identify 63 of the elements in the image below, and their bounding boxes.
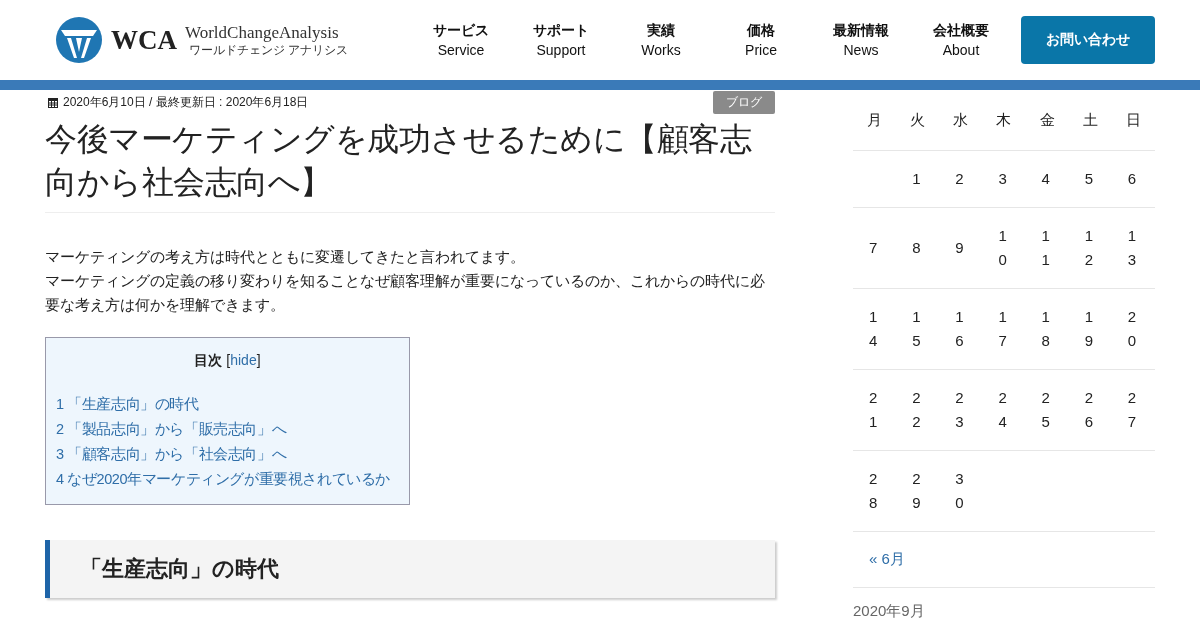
toc-link[interactable]: 4 なぜ2020年マーケティングが重要視されているか — [56, 467, 399, 492]
weekday-label: 木 — [982, 90, 1026, 151]
calendar-day: 27 — [1127, 386, 1138, 434]
weekday-label: 水 — [939, 90, 983, 151]
calendar-day: 6 — [1127, 167, 1138, 191]
nav-link[interactable]: 価格 Price — [711, 22, 811, 58]
hide-link[interactable]: hide — [230, 352, 257, 368]
calendar-day: 5 — [1084, 167, 1095, 191]
post-dates: 2020年6月10日 / 最終更新日 : 2020年6月18日 — [63, 93, 309, 111]
toc-link[interactable]: 1 「生産志向」の時代 — [56, 392, 399, 417]
nav-link[interactable]: 会社概要 About — [911, 22, 1011, 58]
calendar-day: 8 — [912, 236, 923, 260]
calendar-day: 30 — [955, 467, 966, 515]
calendar-day: 15 — [912, 305, 923, 353]
weekday-label: 土 — [1068, 90, 1112, 151]
weekday-label: 火 — [896, 90, 940, 151]
toc-title: 目次 [hide] — [193, 352, 262, 370]
logo-wordmark: WCA — [111, 24, 177, 56]
calendar-day: 9 — [955, 236, 966, 260]
calendar-day: 19 — [1084, 305, 1095, 353]
calendar-day: 23 — [955, 386, 966, 434]
weekday-label: 月 — [853, 90, 897, 151]
paragraph: マーケティングの定義の移り変わりを知ることなぜ顧客理解が重要になっているのか、これからの時代に必要な考え方は何かを理解できます。 — [45, 271, 766, 315]
calendar-day: 24 — [998, 386, 1009, 434]
weekday-label: 日 — [1111, 90, 1155, 151]
logo-name: WorldChangeAnalysis — [185, 23, 340, 43]
calendar-day: 1 — [912, 167, 923, 191]
calendar-day: 17 — [998, 305, 1009, 353]
logo-subtitle: ワールドチェンジ アナリシス — [188, 43, 349, 57]
calendar-day: 18 — [1041, 305, 1052, 353]
calendar-day: 16 — [955, 305, 966, 353]
category-tag[interactable]: ブログ — [713, 91, 775, 114]
logo-icon — [55, 16, 103, 64]
article-title: 今後マーケティングを成功させるために【顧客志向から社会志向へ】 — [45, 118, 775, 213]
widget-heading: 2020年9月 — [853, 602, 926, 621]
toc-link[interactable]: 2 「製品志向」から「販売志向」へ — [56, 417, 399, 442]
calendar-day: 2 — [955, 167, 966, 191]
contact-button[interactable]: お問い合わせ — [1021, 16, 1155, 64]
calendar-day: 12 — [1084, 224, 1095, 272]
calendar-day: 22 — [912, 386, 923, 434]
calendar-day: 21 — [869, 386, 879, 434]
nav-link[interactable]: サービス Service — [411, 22, 511, 58]
paragraph: マーケティングの考え方は時代とともに変遷してきたと言われてます。 — [45, 247, 526, 267]
calendar-day: 13 — [1127, 224, 1138, 272]
calendar-day: 28 — [869, 467, 879, 515]
calendar-day: 29 — [912, 467, 923, 515]
calendar-day: 25 — [1041, 386, 1052, 434]
nav-link[interactable]: サポート Support — [511, 22, 611, 58]
nav-link[interactable]: 最新情報 News — [811, 22, 911, 58]
previous-month-link[interactable]: « 6月 — [853, 532, 1155, 588]
calendar-day: 20 — [1127, 305, 1138, 353]
calendar-day: 26 — [1084, 386, 1095, 434]
calendar-day: 7 — [869, 236, 879, 260]
calendar-day: 11 — [1041, 224, 1052, 272]
calendar-day: 4 — [1041, 167, 1052, 191]
nav-link[interactable]: 実績 Works — [611, 22, 711, 58]
section-heading: 「生産志向」の時代 — [45, 540, 775, 598]
calendar-day: 14 — [869, 305, 879, 353]
toc-link[interactable]: 3 「顧客志向」から「社会志向」へ — [56, 442, 399, 467]
calendar-icon — [48, 96, 58, 108]
calendar-day: 10 — [998, 224, 1009, 272]
calendar-day: 3 — [998, 167, 1009, 191]
weekday-label: 金 — [1025, 90, 1069, 151]
